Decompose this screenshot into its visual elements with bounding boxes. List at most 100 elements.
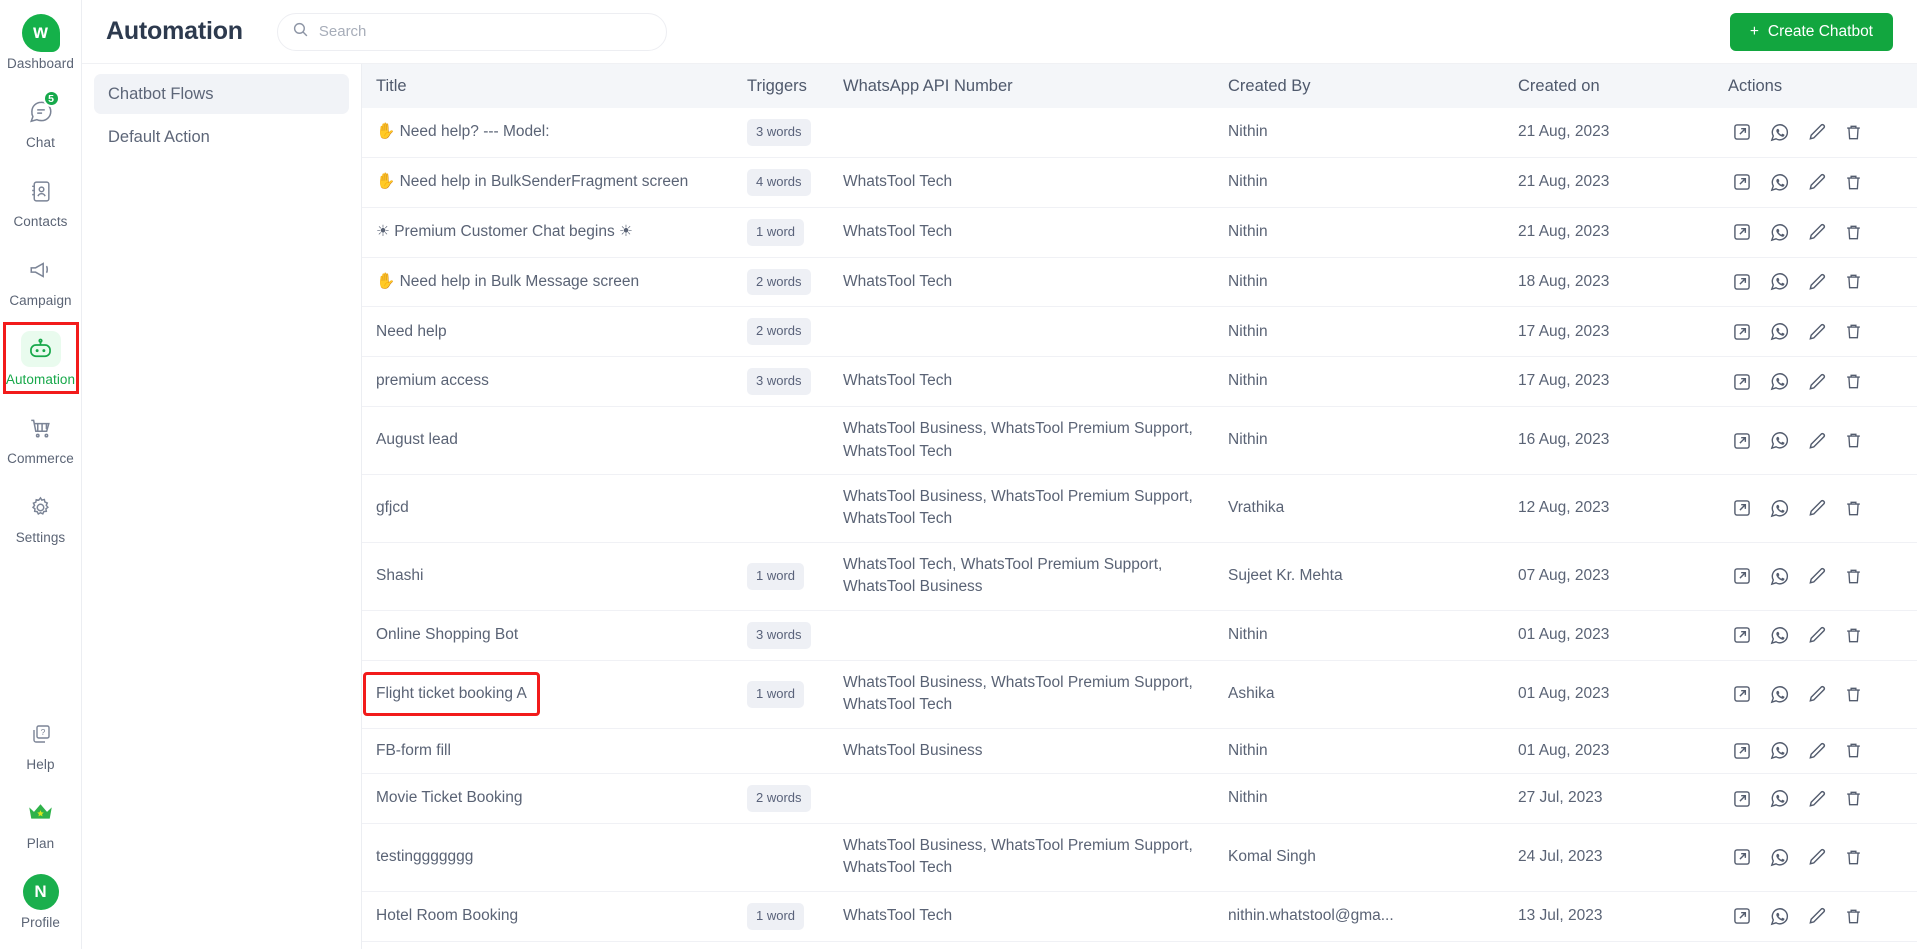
cell-title[interactable]: Online Shopping Bot [362,610,747,661]
cell-title[interactable]: ✋ Need help in BulkSenderFragment screen [362,157,747,208]
table-row[interactable]: ✋ Need help in Bulk Message screen 2 word… [362,257,1917,308]
search-input[interactable] [318,23,652,40]
whatsapp-icon[interactable] [1769,684,1790,705]
subnav-item-default-action[interactable]: Default Action [94,117,349,157]
table-row[interactable]: Need help 2 words Nithin 17 Aug, 2023 [362,306,1917,358]
table-row[interactable]: Flight ticket booking A 1 word WhatsTool B… [362,660,1917,729]
pencil-edit-icon[interactable] [1807,272,1827,292]
whatsapp-icon[interactable] [1769,788,1790,809]
table-row[interactable]: ✋ Need help? --- Model: 3 words Nithin 21 A… [362,108,1917,158]
cell-title[interactable]: ☀ Premium Customer Chat begins ☀ [362,207,747,258]
sidebar-item-plan[interactable]: Plan [5,788,77,856]
whatsapp-icon[interactable] [1769,122,1790,143]
cell-title[interactable]: August lead [362,406,747,475]
sidebar-item-campaign[interactable]: Campaign [5,245,77,313]
cell-title[interactable]: Need help [362,306,747,358]
subnav-item-chatbot-flows[interactable]: Chatbot Flows [94,74,349,114]
whatsapp-icon[interactable] [1769,371,1790,392]
pencil-edit-icon[interactable] [1807,566,1827,586]
sidebar-item-help[interactable]: ? Help [5,709,77,777]
table-row[interactable]: Online Shopping Bot 3 words Nithin 01 Aug, … [362,610,1917,661]
trash-delete-icon[interactable] [1844,173,1863,192]
whatsapp-icon[interactable] [1769,430,1790,451]
table-row[interactable]: gfjcd WhatsTool Business, WhatsTool Premi… [362,474,1917,543]
whatsapp-icon[interactable] [1769,498,1790,519]
whatsapp-icon[interactable] [1769,271,1790,292]
column-header-triggers[interactable]: Triggers [747,64,843,108]
pencil-edit-icon[interactable] [1807,372,1827,392]
table-row[interactable]: ✋ Need help in BulkSenderFragment screen… [362,157,1917,208]
pencil-edit-icon[interactable] [1807,684,1827,704]
sidebar-item-contacts[interactable]: Contacts [5,166,77,234]
cell-title[interactable]: ✋ Need help in Bulk Message screen [362,257,747,308]
column-header-created-on[interactable]: Created on [1518,64,1728,108]
external-link-icon[interactable] [1732,498,1752,518]
trash-delete-icon[interactable] [1844,223,1863,242]
cell-title[interactable]: testinggggggg [362,823,747,892]
trash-delete-icon[interactable] [1844,848,1863,867]
table-row[interactable]: ☀ Premium Customer Chat begins ☀ 1 word Wh… [362,207,1917,258]
pencil-edit-icon[interactable] [1807,122,1827,142]
cell-title[interactable]: trying [362,941,747,949]
whatsapp-icon[interactable] [1769,847,1790,868]
cell-title[interactable]: premium access [362,356,747,408]
pencil-edit-icon[interactable] [1807,172,1827,192]
sidebar-item-dashboard[interactable]: w Dashboard [5,8,77,76]
external-link-icon[interactable] [1732,789,1752,809]
column-header-created-by[interactable]: Created By [1228,64,1518,108]
sidebar-item-chat[interactable]: 5 Chat [5,87,77,155]
table-row[interactable]: trying mamathawhatstool@gma...28 Jun, 202… [362,941,1917,949]
trash-delete-icon[interactable] [1844,789,1863,808]
external-link-icon[interactable] [1732,847,1752,867]
pencil-edit-icon[interactable] [1807,322,1827,342]
table-row[interactable]: Hotel Room Booking 1 word WhatsTool Tech ni… [362,891,1917,942]
sidebar-item-settings[interactable]: Settings [5,482,77,550]
external-link-icon[interactable] [1732,566,1752,586]
trash-delete-icon[interactable] [1844,322,1863,341]
whatsapp-icon[interactable] [1769,222,1790,243]
external-link-icon[interactable] [1732,172,1752,192]
pencil-edit-icon[interactable] [1807,789,1827,809]
column-header-api-number[interactable]: WhatsApp API Number [843,64,1228,108]
create-chatbot-button[interactable]: + Create Chatbot [1729,12,1893,51]
external-link-icon[interactable] [1732,625,1752,645]
whatsapp-icon[interactable] [1769,321,1790,342]
table-row[interactable]: FB-form fill WhatsTool Business Nithin 01 A… [362,728,1917,775]
whatsapp-icon[interactable] [1769,566,1790,587]
external-link-icon[interactable] [1732,322,1752,342]
cell-title[interactable]: gfjcd [362,474,747,543]
trash-delete-icon[interactable] [1844,272,1863,291]
cell-title[interactable]: Flight ticket booking A [362,660,747,729]
external-link-icon[interactable] [1732,372,1752,392]
external-link-icon[interactable] [1732,906,1752,926]
external-link-icon[interactable] [1732,272,1752,292]
cell-title[interactable]: Shashi [362,542,747,611]
pencil-edit-icon[interactable] [1807,741,1827,761]
trash-delete-icon[interactable] [1844,372,1863,391]
pencil-edit-icon[interactable] [1807,625,1827,645]
column-header-title[interactable]: Title [362,64,747,108]
cell-title[interactable]: Movie Ticket Booking [362,773,747,824]
trash-delete-icon[interactable] [1844,626,1863,645]
pencil-edit-icon[interactable] [1807,847,1827,867]
table-row[interactable]: premium access 3 words WhatsTool Tech Nithi… [362,356,1917,408]
external-link-icon[interactable] [1732,222,1752,242]
external-link-icon[interactable] [1732,122,1752,142]
trash-delete-icon[interactable] [1844,741,1863,760]
sidebar-item-automation[interactable]: Automation [2,322,79,394]
table-row[interactable]: Movie Ticket Booking 2 words Nithin 27 Jul,… [362,773,1917,824]
whatsapp-icon[interactable] [1769,625,1790,646]
trash-delete-icon[interactable] [1844,907,1863,926]
whatsapp-icon[interactable] [1769,172,1790,193]
trash-delete-icon[interactable] [1844,685,1863,704]
cell-title[interactable]: Hotel Room Booking [362,891,747,942]
cell-title[interactable]: FB-form fill [362,728,747,775]
pencil-edit-icon[interactable] [1807,498,1827,518]
whatsapp-icon[interactable] [1769,906,1790,927]
trash-delete-icon[interactable] [1844,499,1863,518]
external-link-icon[interactable] [1732,741,1752,761]
external-link-icon[interactable] [1732,431,1752,451]
table-row[interactable]: August lead WhatsTool Business, WhatsTool… [362,406,1917,475]
trash-delete-icon[interactable] [1844,431,1863,450]
table-row[interactable]: testinggggggg WhatsTool Business, WhatsTo… [362,823,1917,892]
